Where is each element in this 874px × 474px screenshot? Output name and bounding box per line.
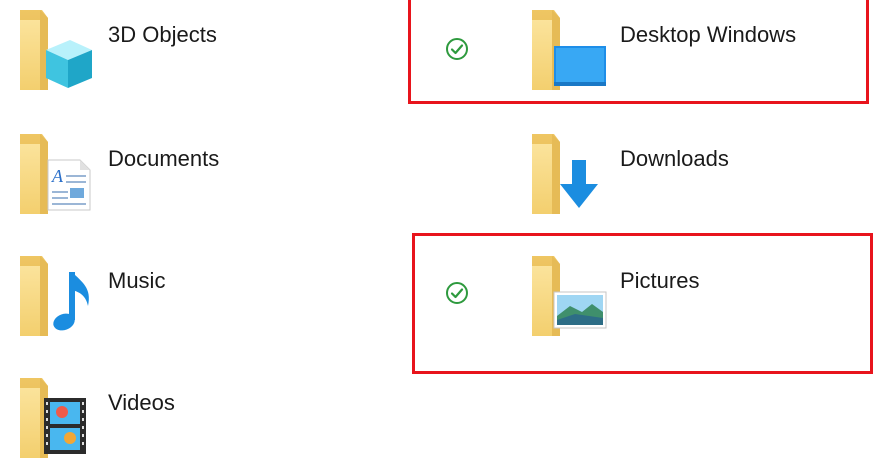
folder-item-music[interactable]: Music [18, 252, 418, 352]
folder-item-videos[interactable]: Videos [18, 374, 418, 474]
folder-label: Downloads [620, 146, 729, 171]
folder-item-desktop-windows[interactable]: Desktop Windows [530, 6, 874, 106]
desktop-folder-icon [530, 6, 610, 96]
folder-item-pictures[interactable]: Pictures [530, 252, 874, 352]
svg-text:A: A [51, 166, 64, 186]
3d-objects-folder-icon [18, 6, 98, 96]
documents-folder-icon: A [18, 130, 98, 220]
pictures-folder-icon [530, 252, 610, 342]
downloads-folder-icon [530, 130, 610, 220]
folder-label: Pictures [620, 268, 700, 293]
folder-item-downloads[interactable]: Downloads [530, 130, 874, 230]
folder-item-3d-objects[interactable]: 3D Objects [18, 6, 418, 106]
sync-status-check-icon [444, 280, 470, 306]
folder-label: Documents [108, 146, 220, 171]
folder-label: Desktop Windows [620, 22, 797, 47]
folder-label: Music [108, 268, 166, 293]
videos-folder-icon [18, 374, 98, 464]
sync-status-check-icon [444, 36, 470, 62]
folder-item-documents[interactable]: A Documents [18, 130, 418, 230]
music-folder-icon [18, 252, 98, 342]
folder-label: Videos [108, 390, 175, 415]
folder-label: 3D Objects [108, 22, 217, 47]
